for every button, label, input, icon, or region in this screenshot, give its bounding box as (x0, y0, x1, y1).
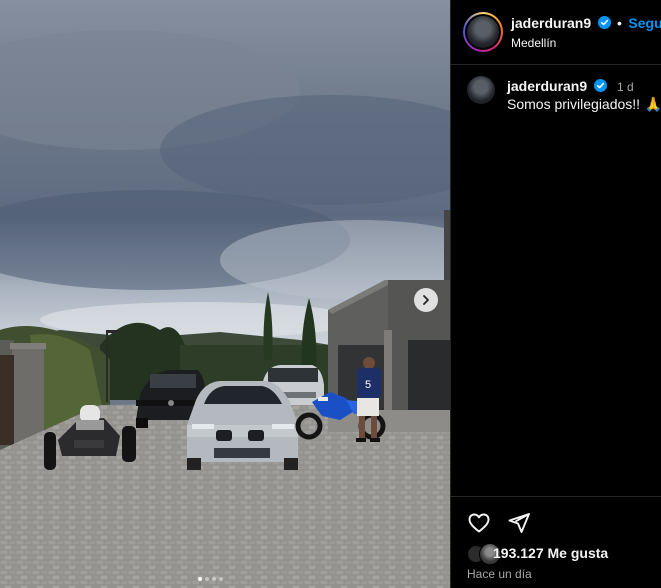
actions-divider (451, 496, 661, 497)
posted-time[interactable]: Hace un día (467, 567, 532, 581)
caption-username[interactable]: jaderduran9 (507, 78, 587, 94)
verified-badge-icon (597, 15, 611, 29)
post-photo[interactable]: 5 (0, 0, 450, 588)
carousel-dot (219, 577, 223, 581)
likes-count[interactable]: 193.127 Me gusta (493, 545, 608, 561)
follow-button[interactable]: Seguir (628, 15, 661, 31)
author-username[interactable]: jaderduran9 (511, 15, 591, 31)
carousel-dot (212, 577, 216, 581)
share-icon (508, 513, 530, 533)
share-button[interactable] (507, 511, 531, 540)
verified-badge-icon (593, 78, 607, 92)
carousel-dot-active (198, 577, 202, 581)
photo-illustration: 5 (0, 0, 450, 588)
avatar-image (467, 16, 499, 48)
jersey-number: 5 (365, 379, 371, 391)
like-button[interactable] (467, 511, 491, 540)
post-header: jaderduran9 • Seguir Medellín (451, 0, 661, 65)
author-avatar[interactable] (463, 12, 503, 52)
carousel-dot (205, 577, 209, 581)
heart-icon (468, 513, 490, 533)
carousel-indicator (198, 577, 223, 581)
pray-emoji: 🙏 (644, 96, 661, 112)
post-side-panel: jaderduran9 • Seguir Medellín jaderduran… (451, 0, 661, 588)
separator-dot: • (617, 15, 622, 31)
next-photo-button[interactable] (414, 288, 438, 312)
grey-bmw-coupe (187, 381, 298, 470)
caption-avatar[interactable] (467, 76, 495, 104)
caption-text: Somos privilegiados!! (507, 96, 641, 112)
caption-avatar-image (467, 76, 495, 104)
next-arrow-icon (423, 295, 429, 305)
post-location[interactable]: Medellín (511, 36, 556, 50)
caption-time[interactable]: 1 d (617, 80, 634, 94)
